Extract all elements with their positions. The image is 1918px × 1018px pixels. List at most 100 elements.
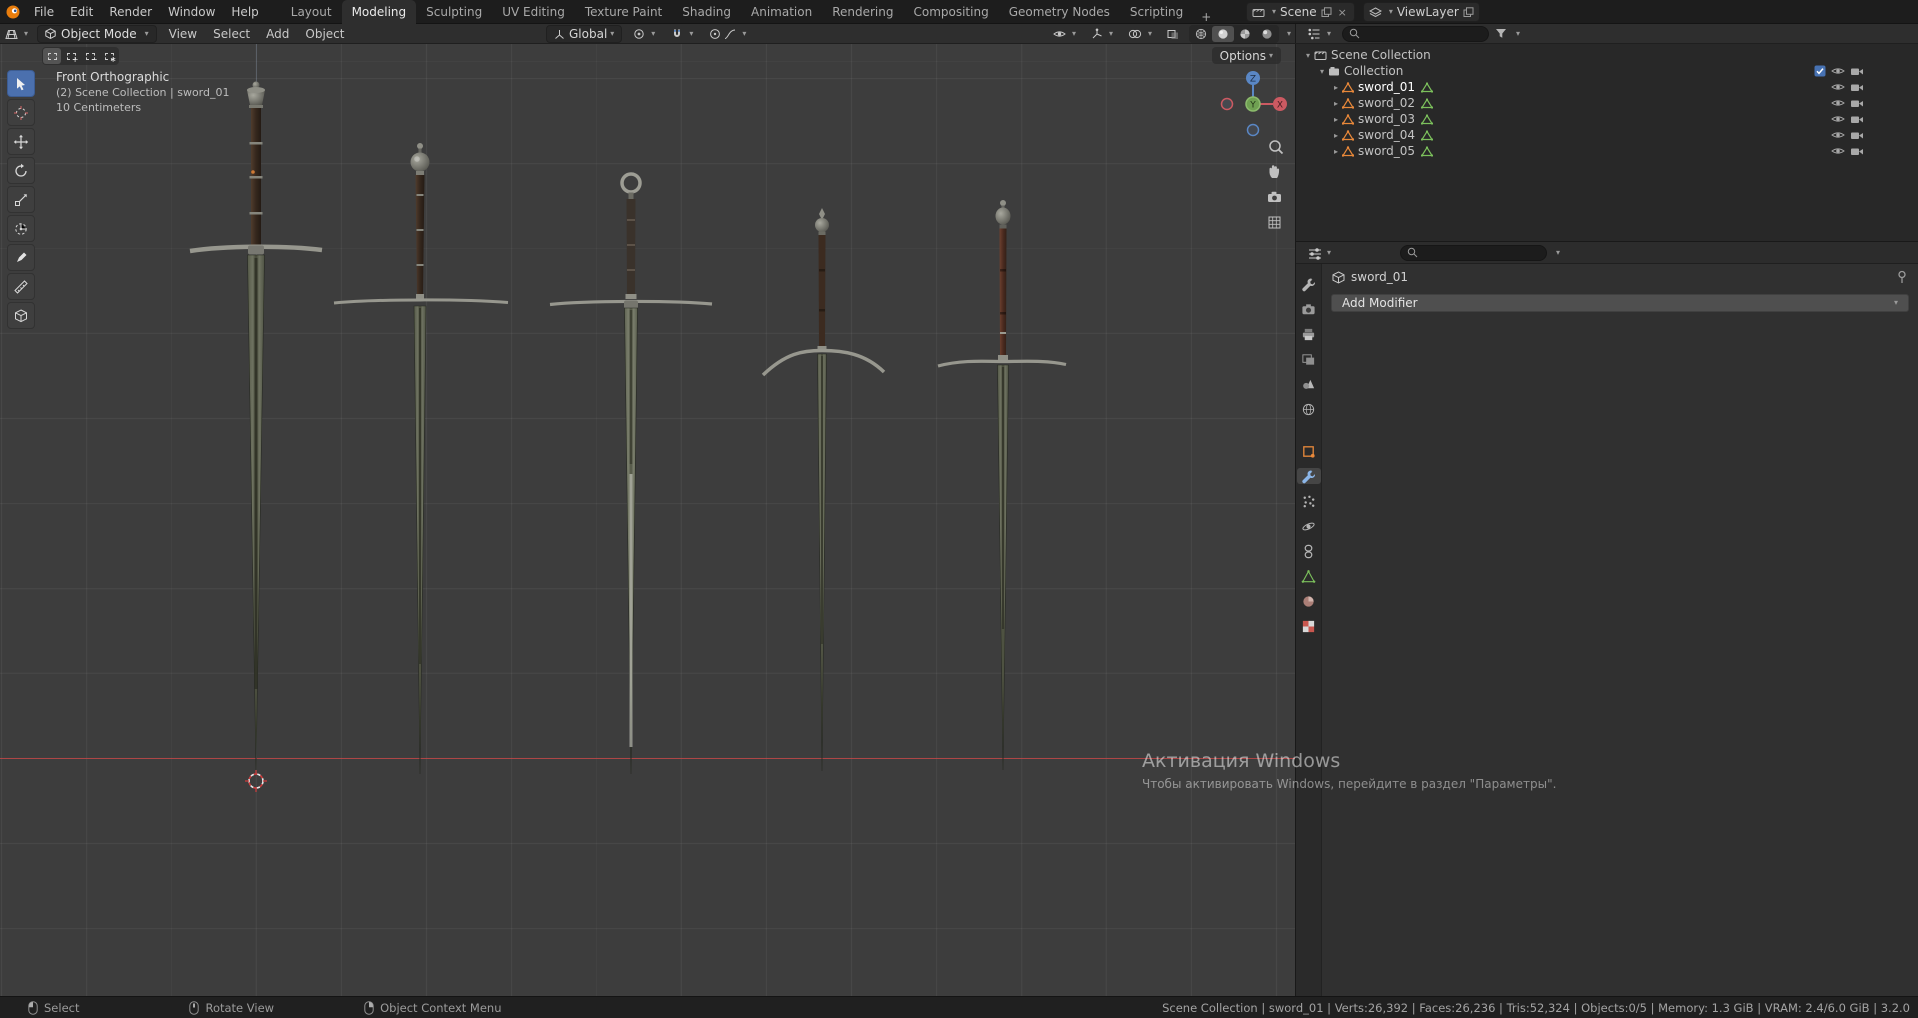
expander-icon[interactable]: ▸ — [1330, 83, 1342, 92]
mode-select[interactable]: Object Mode ▾ — [37, 24, 157, 43]
tab-constraints[interactable] — [1297, 543, 1321, 559]
outliner-row-scene-collection[interactable]: ▾ Scene Collection — [1296, 47, 1918, 63]
overlays-dropdown[interactable]: ▾ — [1123, 24, 1157, 44]
tab-material[interactable] — [1297, 593, 1321, 609]
camera-visibility-icon[interactable] — [1850, 98, 1864, 108]
camera-visibility-icon[interactable] — [1850, 114, 1864, 124]
filter-funnel-icon[interactable] — [1495, 28, 1507, 39]
outliner-item-sword-05[interactable]: ▸ sword_05 — [1296, 143, 1918, 159]
tab-physics[interactable] — [1297, 518, 1321, 534]
hide-eye-icon[interactable] — [1831, 82, 1845, 92]
viewlayer-selector[interactable]: ▾ ViewLayer — [1362, 2, 1480, 22]
expander-icon[interactable]: ▸ — [1330, 147, 1342, 156]
camera-visibility-icon[interactable] — [1850, 82, 1864, 92]
outliner-search[interactable] — [1342, 25, 1490, 42]
properties-search[interactable] — [1400, 244, 1548, 261]
hide-eye-icon[interactable] — [1831, 146, 1845, 156]
editor-type-button[interactable]: ▾ — [0, 24, 33, 44]
properties-search-input[interactable] — [1422, 245, 1541, 260]
tab-view-layer[interactable] — [1297, 351, 1321, 367]
visibility-dropdown[interactable]: ▾ — [1048, 24, 1081, 44]
outliner-row-collection[interactable]: ▾ Collection — [1296, 63, 1918, 79]
tab-geometry-nodes[interactable]: Geometry Nodes — [999, 0, 1120, 24]
tab-tool[interactable] — [1297, 276, 1321, 292]
scale-tool[interactable] — [7, 186, 35, 213]
ortho-toggle-button[interactable] — [1268, 216, 1281, 229]
tab-world[interactable] — [1297, 401, 1321, 417]
select-mode-extend-button[interactable]: + — [62, 48, 80, 64]
menu-help[interactable]: Help — [223, 0, 266, 24]
hide-eye-icon[interactable] — [1831, 130, 1845, 140]
camera-visibility-icon[interactable] — [1850, 146, 1864, 156]
tab-sculpting[interactable]: Sculpting — [416, 0, 492, 24]
rotate-tool[interactable] — [7, 157, 35, 184]
tab-object-data[interactable] — [1297, 568, 1321, 584]
shading-rendered-button[interactable] — [1256, 26, 1278, 42]
cursor-tool[interactable] — [7, 99, 35, 126]
outliner-search-input[interactable] — [1364, 26, 1483, 41]
menu-select[interactable]: Select — [205, 22, 258, 46]
tab-render[interactable] — [1297, 301, 1321, 317]
select-box-tool[interactable] — [7, 70, 35, 97]
menu-file[interactable]: File — [26, 0, 62, 24]
tab-particles[interactable] — [1297, 493, 1321, 509]
menu-window[interactable]: Window — [160, 0, 223, 24]
sword-04-model[interactable] — [761, 208, 886, 772]
tab-animation[interactable]: Animation — [741, 0, 822, 24]
expander-icon[interactable]: ▸ — [1330, 115, 1342, 124]
tab-layout[interactable]: Layout — [281, 0, 342, 24]
pan-hand-button[interactable] — [1269, 165, 1280, 178]
sword-03-model[interactable] — [549, 172, 713, 775]
annotate-tool[interactable] — [7, 244, 35, 271]
outliner-item-sword-04[interactable]: ▸ sword_04 — [1296, 127, 1918, 143]
expander-icon[interactable]: ▾ — [1302, 51, 1314, 60]
expander-icon[interactable]: ▾ — [1316, 67, 1328, 76]
tab-rendering[interactable]: Rendering — [822, 0, 903, 24]
select-mode-set-button[interactable] — [43, 48, 61, 64]
zoom-button[interactable] — [1269, 140, 1284, 155]
add-cube-tool[interactable] — [7, 302, 35, 329]
exclude-checkbox[interactable] — [1814, 65, 1826, 77]
shading-solid-button[interactable] — [1211, 26, 1234, 42]
select-mode-intersect-button[interactable]: ∗ — [100, 48, 118, 64]
hide-eye-icon[interactable] — [1831, 98, 1845, 108]
new-scene-icon[interactable] — [1321, 6, 1332, 18]
tab-uv-editing[interactable]: UV Editing — [492, 0, 575, 24]
camera-view-button[interactable] — [1268, 191, 1281, 202]
menu-render[interactable]: Render — [101, 0, 160, 24]
hide-eye-icon[interactable] — [1831, 66, 1845, 76]
tab-compositing[interactable]: Compositing — [903, 0, 998, 24]
snap-toggle-button[interactable]: ▾ — [666, 24, 698, 44]
axis-x-neg-handle[interactable] — [1220, 97, 1234, 111]
proportional-editing-button[interactable]: ▾ — [704, 24, 751, 44]
new-viewlayer-icon[interactable] — [1463, 6, 1474, 18]
xray-toggle[interactable] — [1162, 24, 1184, 44]
properties-editor-type-button[interactable]: ▾ — [1302, 243, 1336, 263]
tab-texture[interactable] — [1297, 618, 1321, 634]
tab-modifiers[interactable] — [1296, 468, 1321, 484]
tab-output[interactable] — [1297, 326, 1321, 342]
menu-add[interactable]: Add — [258, 22, 297, 46]
tab-modeling[interactable]: Modeling — [341, 0, 417, 24]
transform-tool[interactable] — [7, 215, 35, 242]
measure-tool[interactable] — [7, 273, 35, 300]
orientation-select[interactable]: Global ▾ — [546, 25, 623, 43]
tab-object[interactable] — [1297, 443, 1321, 459]
expander-icon[interactable]: ▸ — [1330, 131, 1342, 140]
menu-edit[interactable]: Edit — [62, 0, 101, 24]
expander-icon[interactable]: ▸ — [1330, 99, 1342, 108]
viewport-3d[interactable]: + − ∗ Options ▾ Front Orthographic (2) S… — [0, 44, 1296, 996]
shading-material-button[interactable] — [1234, 26, 1256, 42]
blender-logo-icon[interactable] — [0, 4, 26, 20]
sword-05-model[interactable] — [937, 200, 1067, 771]
outliner-item-sword-03[interactable]: ▸ sword_03 — [1296, 111, 1918, 127]
select-mode-subtract-button[interactable]: − — [81, 48, 99, 64]
pivot-point-button[interactable]: ▾ — [628, 24, 660, 44]
menu-object[interactable]: Object — [297, 22, 352, 46]
unlink-scene-icon[interactable]: × — [1336, 6, 1349, 19]
scene-selector[interactable]: ▾ Scene × — [1246, 2, 1355, 22]
tab-texture-paint[interactable]: Texture Paint — [575, 0, 672, 24]
move-tool[interactable] — [7, 128, 35, 155]
tab-scene[interactable] — [1297, 376, 1321, 392]
sword-02-model[interactable] — [333, 143, 509, 775]
